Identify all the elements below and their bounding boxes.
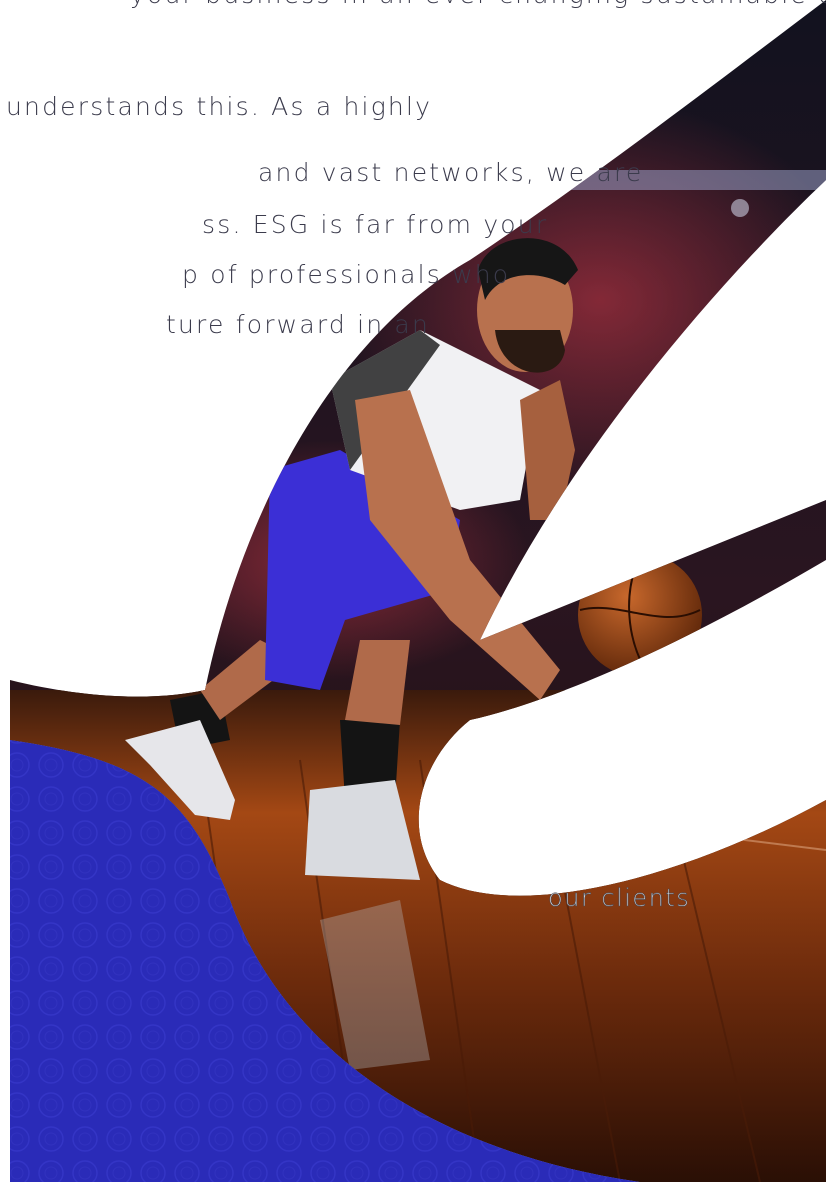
clients-caption: our clients [548,884,691,913]
brochure-page: your business in an ever-changing sustai… [0,0,826,1182]
hero-artwork [10,0,826,1182]
